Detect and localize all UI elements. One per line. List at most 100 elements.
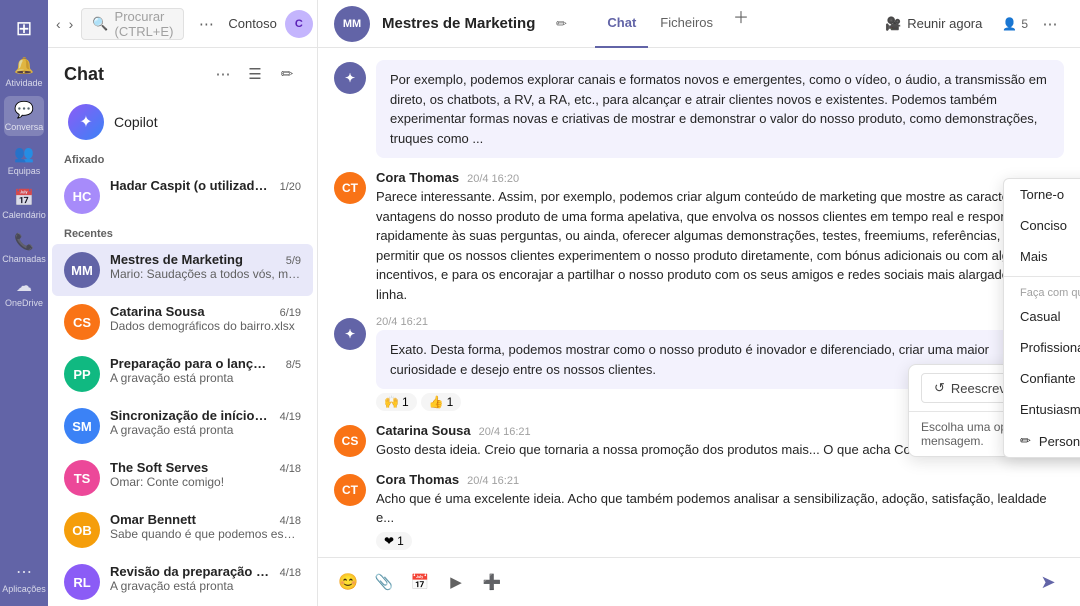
chat-item-name: Mestres de Marketing — [110, 252, 243, 267]
chat-icon: 💬 — [14, 100, 34, 120]
sidebar-more-btn[interactable]: ⋯ — [209, 60, 237, 88]
message-meta: Cora Thomas 20/4 16:20 — [376, 170, 1064, 185]
dropdown-item-mais[interactable]: Mais — [1004, 241, 1080, 272]
avatar: OB — [64, 512, 100, 548]
reunir-label: Reunir agora — [907, 16, 982, 31]
personalizado-label: Personalizado — [1039, 434, 1080, 449]
chat-item-name: Omar Bennett — [110, 512, 196, 527]
rewrite-icon: ↺ — [934, 380, 945, 396]
chat-item-preview: A gravação está pronta — [110, 423, 301, 437]
chat-item[interactable]: TS The Soft Serves4/18 Omar: Conte comig… — [52, 452, 313, 504]
chat-item-preview: A gravação está pronta — [110, 579, 301, 593]
dropdown-item-personalizado[interactable]: ✏ Personalizado — [1004, 425, 1080, 457]
tab-chat[interactable]: Chat — [595, 0, 648, 48]
participants-badge: 👤 5 — [1002, 17, 1028, 31]
chat-item[interactable]: CS Catarina Sousa6/19 Dados demográficos… — [52, 296, 313, 348]
teams-btn[interactable]: 👥 Equipas — [4, 140, 44, 180]
chat-item-preview: Dados demográficos do bairro.xlsx — [110, 319, 301, 333]
reaction[interactable]: ❤ 1 — [376, 532, 412, 550]
video-icon: 🎥 — [885, 16, 901, 32]
top-bar: ‹ › 🔍 Procurar (CTRL+E) ⋯ Contoso C — ☐ … — [48, 0, 317, 48]
ai-message: Por exemplo, podemos explorar canais e f… — [376, 60, 1064, 158]
participants-count: 5 — [1021, 17, 1028, 31]
copilot-entry[interactable]: ✦ Copilot — [56, 96, 309, 148]
teams-logo-btn[interactable]: ⊞ — [4, 8, 44, 48]
add-tab-btn[interactable]: ＋ — [725, 0, 757, 32]
pinned-label: Afixado — [48, 148, 317, 170]
dropdown-item-torne[interactable]: Torne-o — [1004, 179, 1080, 210]
chat-item[interactable]: HC Hadar Caspit (o utilizador) 1/20 — [52, 170, 313, 222]
video-icon[interactable]: ▶ — [442, 568, 470, 596]
teams-icon: 👥 — [14, 144, 34, 164]
more-options-btn[interactable]: ⋯ — [192, 10, 220, 38]
calls-btn[interactable]: 📞 Chamadas — [4, 228, 44, 268]
chat-item[interactable]: MM Mestres de Marketing5/9 Mario: Saudaç… — [52, 244, 313, 296]
dropdown-item-confiante[interactable]: Confiante — [1004, 363, 1080, 394]
channel-more-btn[interactable]: ⋯ — [1036, 10, 1064, 38]
attachment-icon[interactable]: 📎 — [370, 568, 398, 596]
sidebar-title: Chat — [64, 64, 104, 85]
dropdown-item-entusiasmado[interactable]: Entusiasmado — [1004, 394, 1080, 425]
avatar: SM — [64, 408, 100, 444]
more-btn[interactable]: ➕ — [478, 568, 506, 596]
avatar: ✦ — [334, 62, 366, 94]
channel-header: MM Mestres de Marketing ✏ Chat Ficheiros… — [318, 0, 1080, 48]
search-icon: 🔍 — [92, 16, 108, 32]
recent-label: Recentes — [48, 222, 317, 244]
sidebar-actions: ⋯ ☰ ✏ — [209, 60, 301, 88]
icon-bar: ⊞ 🔔 Atividade 💬 Conversa 👥 Equipas 📅 Cal… — [0, 0, 48, 606]
chat-item-name: Sincronização de início do Mark 8 — [110, 408, 270, 423]
tab-ficheiros[interactable]: Ficheiros — [648, 0, 725, 48]
chat-item[interactable]: PP Preparação para o lançamento do Pr...… — [52, 348, 313, 400]
user-avatar[interactable]: C — [285, 10, 313, 38]
sidebar: ‹ › 🔍 Procurar (CTRL+E) ⋯ Contoso C — ☐ … — [48, 0, 318, 606]
onedrive-btn[interactable]: ☁ OneDrive — [4, 272, 44, 312]
new-chat-btn[interactable]: ✏ — [273, 60, 301, 88]
avatar: CS — [334, 425, 366, 457]
message-body: Cora Thomas 20/4 16:20 Parece interessan… — [376, 170, 1064, 304]
edit-channel-btn[interactable]: ✏ — [547, 10, 575, 38]
calls-label: Chamadas — [2, 254, 46, 264]
message-author: Cora Thomas — [376, 472, 459, 487]
message-group: ✦ Por exemplo, podemos explorar canais e… — [334, 60, 1064, 158]
chat-item[interactable]: OB Omar Bennett4/18 Sabe quando é que po… — [52, 504, 313, 556]
dropdown-menu: Torne-o Conciso Mais Faça com que soe Ca… — [1003, 178, 1080, 458]
search-bar[interactable]: 🔍 Procurar (CTRL+E) — [81, 8, 184, 40]
sidebar-filter-btn[interactable]: ☰ — [241, 60, 269, 88]
forward-btn[interactable]: › — [69, 10, 74, 38]
chat-item-preview: Sabe quando é que podemos esperar a últi… — [110, 527, 301, 541]
apps-btn[interactable]: ⋯ Aplicações — [4, 558, 44, 598]
torne-label: Torne-o — [1020, 187, 1064, 202]
activity-btn[interactable]: 🔔 Atividade — [4, 52, 44, 92]
chat-item[interactable]: RL Revisão da preparação para o lançam..… — [52, 556, 313, 606]
chat-item-info: Revisão da preparação para o lançam...4/… — [110, 564, 301, 593]
chat-item[interactable]: SM Sincronização de início do Mark 84/19… — [52, 400, 313, 452]
chat-item-info: Sincronização de início do Mark 84/19 A … — [110, 408, 301, 437]
channel-name: Mestres de Marketing — [382, 15, 535, 32]
dropdown-item-profissional[interactable]: Profissional — [1004, 332, 1080, 363]
emoji-btn[interactable]: 😊 — [334, 568, 362, 596]
dropdown-item-casual[interactable]: Casual — [1004, 301, 1080, 332]
avatar: ✦ — [334, 318, 366, 350]
chat-btn[interactable]: 💬 Conversa — [4, 96, 44, 136]
reaction[interactable]: 🙌 1 — [376, 393, 417, 411]
calendar-icon[interactable]: 📅 — [406, 568, 434, 596]
calendar-btn[interactable]: 📅 Calendário — [4, 184, 44, 224]
chat-item-name: Hadar Caspit (o utilizador) — [110, 178, 270, 193]
reaction[interactable]: 👍 1 — [421, 393, 462, 411]
dropdown-item-conciso[interactable]: Conciso — [1004, 210, 1080, 241]
mais-label: Mais — [1020, 249, 1047, 264]
activity-icon: 🔔 — [14, 56, 34, 76]
chat-item-preview: Omar: Conte comigo! — [110, 475, 301, 489]
profissional-label: Profissional — [1020, 340, 1080, 355]
reunir-btn[interactable]: 🎥 Reunir agora — [873, 10, 994, 38]
avatar: CT — [334, 172, 366, 204]
pencil-icon: ✏ — [1020, 433, 1031, 449]
message-time: 20/4 16:21 — [467, 475, 519, 487]
chat-item-name: Catarina Sousa — [110, 304, 205, 319]
sidebar-header: Chat ⋯ ☰ ✏ — [48, 48, 317, 96]
send-btn[interactable]: ➤ — [1032, 566, 1064, 598]
back-btn[interactable]: ‹ — [56, 10, 61, 38]
chat-item-date: 1/20 — [280, 181, 301, 193]
avatar: RL — [64, 564, 100, 600]
